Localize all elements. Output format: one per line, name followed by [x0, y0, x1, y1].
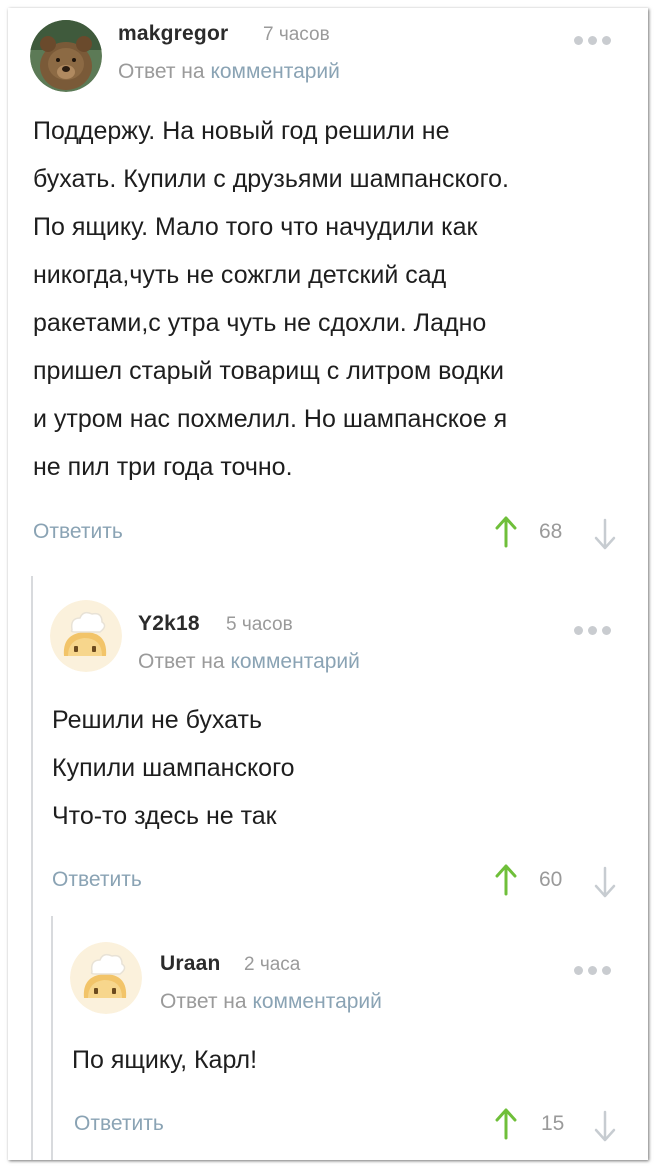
chef-bread-avatar-icon — [50, 600, 122, 672]
text-line: По ящику, Карл! — [72, 1046, 258, 1074]
reply-to-info: Ответ на комментарий — [160, 990, 382, 1014]
upvote-arrow-icon[interactable] — [495, 516, 517, 548]
comment: makgregor 7 часов Ответ на комментарий П… — [8, 8, 648, 578]
reply-to-link[interactable]: комментарий — [252, 990, 381, 1013]
comments-panel: makgregor 7 часов Ответ на комментарий П… — [8, 8, 648, 1160]
comment-text: По ящику, Карл! — [72, 1036, 257, 1084]
username[interactable]: Uraan — [160, 952, 221, 976]
text-line: Решили не бухать — [52, 706, 262, 734]
text-line: и утром нас похмелил. Но шампанское я — [33, 405, 508, 433]
reply-button[interactable]: Ответить — [33, 520, 123, 544]
text-line: никогда,чуть не сожгли детский сад — [33, 261, 447, 289]
text-line: ракетами,с утра чуть не сдохли. Ладно — [33, 309, 487, 337]
text-line: Что-то здесь не так — [52, 802, 277, 830]
downvote-arrow-icon[interactable] — [594, 866, 616, 898]
reply-to-link[interactable]: комментарий — [230, 650, 359, 673]
reply-to-link[interactable]: комментарий — [210, 60, 339, 83]
reply-button[interactable]: Ответить — [74, 1112, 164, 1136]
comment-time: 5 часов — [226, 614, 293, 635]
comment-rating: 15 — [541, 1112, 565, 1135]
downvote-arrow-icon[interactable] — [594, 518, 616, 550]
reply-button[interactable]: Ответить — [52, 868, 142, 892]
reply-to-info: Ответ на комментарий — [138, 650, 360, 674]
more-options-icon[interactable] — [574, 32, 618, 45]
reply-to-prefix: Ответ на — [138, 650, 225, 673]
comment-text: Решили не бухать Купили шампанского Что-… — [52, 696, 295, 840]
reply-to-info: Ответ на комментарий — [118, 60, 340, 84]
upvote-arrow-icon[interactable] — [495, 864, 517, 896]
text-line: не пил три года точно. — [33, 453, 293, 481]
text-line: Поддержу. На новый год решили не — [33, 117, 450, 145]
reply-to-prefix: Ответ на — [160, 990, 247, 1013]
comment-time: 7 часов — [263, 24, 330, 45]
upvote-arrow-icon[interactable] — [495, 1108, 517, 1140]
username[interactable]: Y2k18 — [138, 612, 200, 636]
comment-time: 2 часа — [244, 954, 301, 975]
reply-to-prefix: Ответ на — [118, 60, 205, 83]
text-line: По ящику. Мало того что начудили как — [33, 213, 478, 241]
comment: Uraan 2 часа Ответ на комментарий По ящи… — [8, 938, 648, 1160]
more-options-icon[interactable] — [574, 962, 618, 975]
user-avatar[interactable] — [70, 942, 142, 1014]
text-line: Купили шампанского — [52, 754, 295, 782]
comment-rating: 60 — [539, 868, 563, 891]
chef-bread-avatar-icon — [70, 942, 142, 1014]
text-line: бухать. Купили с друзьями шампанского. — [33, 165, 509, 193]
comment-text: Поддержу. На новый год решили не бухать.… — [33, 107, 509, 491]
downvote-arrow-icon[interactable] — [594, 1110, 616, 1142]
bear-avatar-icon — [30, 20, 102, 92]
text-line: пришел старый товарищ с литром водки — [33, 357, 505, 385]
comment: Y2k18 5 часов Ответ на комментарий Решил… — [8, 598, 648, 918]
more-options-icon[interactable] — [574, 622, 618, 635]
user-avatar[interactable] — [50, 600, 122, 672]
user-avatar[interactable] — [30, 20, 102, 92]
username[interactable]: makgregor — [118, 22, 228, 46]
comment-rating: 68 — [539, 520, 563, 543]
